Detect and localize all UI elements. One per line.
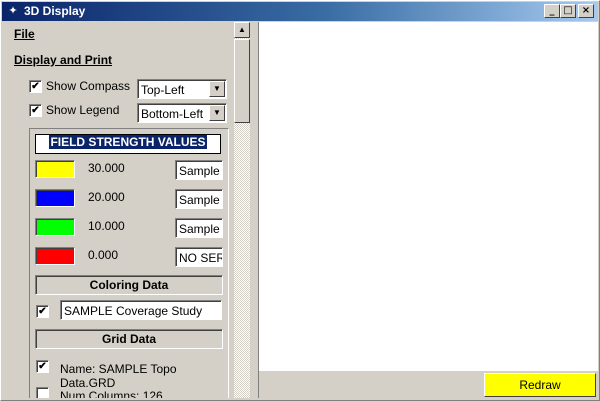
field-strength-label-field[interactable]: Sample <box>175 218 223 238</box>
compass-position-select[interactable]: Top-Left ▼ <box>137 79 227 99</box>
color-swatch[interactable] <box>35 247 75 265</box>
redraw-label: Redraw <box>519 378 561 392</box>
file-menu[interactable]: File <box>14 27 35 41</box>
window-title: 3D Display <box>24 4 86 18</box>
compass-position-value: Top-Left <box>141 83 185 97</box>
display-canvas[interactable] <box>259 22 598 371</box>
title-bar: ✦ 3D Display <box>2 2 598 21</box>
settings-panel: File Display and Print ✔ Show Compass To… <box>4 22 234 398</box>
close-button[interactable]: × <box>578 4 594 18</box>
color-swatch[interactable] <box>35 189 75 207</box>
field-strength-label-field[interactable]: NO SER <box>175 247 223 267</box>
display-print-menu[interactable]: Display and Print <box>14 53 112 67</box>
scroll-up-icon[interactable]: ▲ <box>234 22 250 38</box>
maximize-button[interactable]: □ <box>560 4 576 18</box>
chevron-down-icon[interactable]: ▼ <box>209 81 225 97</box>
compass-icon: ✦ <box>8 5 18 17</box>
color-swatch[interactable] <box>35 160 75 178</box>
field-strength-label-field[interactable]: Sample <box>175 189 223 209</box>
scroll-thumb[interactable] <box>234 39 250 123</box>
grid-data-header: Grid Data <box>35 329 223 349</box>
field-strength-value: 20.000 <box>88 190 125 204</box>
grid-columns-checkbox[interactable] <box>36 387 49 398</box>
field-strength-value: 30.000 <box>88 161 125 175</box>
grid-columns-label: Num Columns: 126 <box>60 389 163 398</box>
show-compass-checkbox[interactable]: ✔ <box>29 80 42 93</box>
color-swatch[interactable] <box>35 218 75 236</box>
chevron-down-icon[interactable]: ▼ <box>209 105 225 121</box>
show-legend-label: Show Legend <box>46 103 120 117</box>
minimize-button[interactable]: _ <box>544 4 560 18</box>
grid-name-label: Name: SAMPLE Topo Data.GRD <box>60 362 177 390</box>
legend-position-value: Bottom-Left <box>141 107 204 121</box>
show-compass-label: Show Compass <box>46 79 131 93</box>
coloring-data-field[interactable]: SAMPLE Coverage Study <box>60 300 222 320</box>
show-legend-checkbox[interactable]: ✔ <box>29 104 42 117</box>
legend-position-select[interactable]: Bottom-Left ▼ <box>137 103 227 123</box>
field-strength-title-text: FIELD STRENGTH VALUES <box>49 135 207 149</box>
field-strength-value: 0.000 <box>88 248 119 262</box>
redraw-button[interactable]: Redraw <box>484 373 596 397</box>
panel-splitter[interactable] <box>250 22 259 398</box>
field-strength-value: 10.000 <box>88 219 125 233</box>
grid-name-checkbox[interactable]: ✔ <box>36 360 49 373</box>
field-strength-title: FIELD STRENGTH VALUES <box>35 134 221 154</box>
coloring-data-checkbox[interactable]: ✔ <box>36 305 49 318</box>
vertical-scrollbar[interactable]: ▲ <box>234 22 250 398</box>
field-strength-label-field[interactable]: Sample <box>175 160 223 180</box>
coloring-data-header: Coloring Data <box>35 275 223 295</box>
legend-group: FIELD STRENGTH VALUES 30.000 Sample 20.000… <box>29 128 229 398</box>
